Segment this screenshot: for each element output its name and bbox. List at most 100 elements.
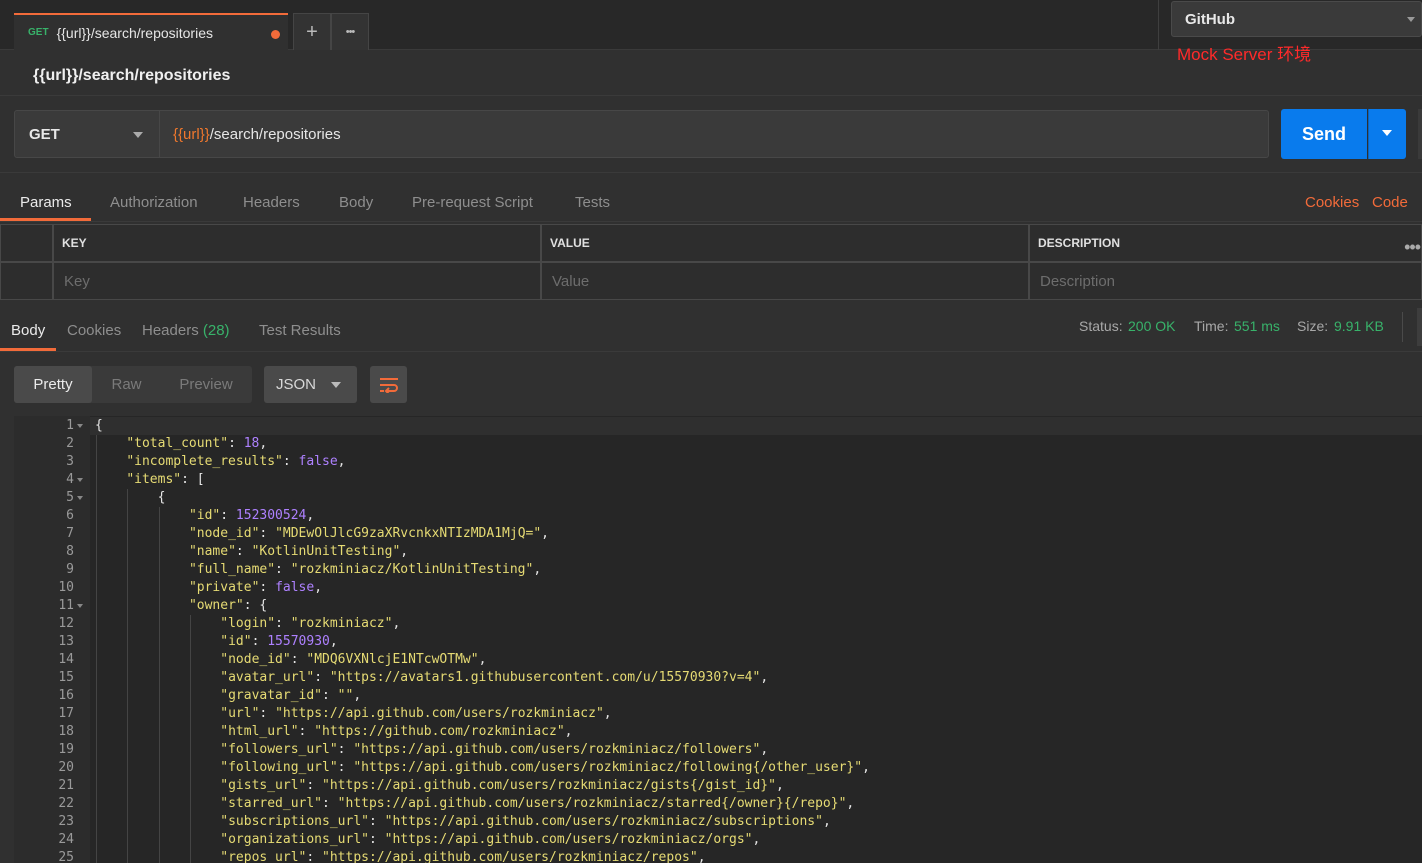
code-token: , (533, 562, 542, 577)
code-link[interactable]: Code (1372, 194, 1408, 211)
save-button[interactable] (1418, 109, 1422, 159)
tab-tests[interactable]: Tests (575, 194, 610, 211)
code-token: "https://github.com/rozkminiacz" (314, 724, 565, 739)
code-token: : (282, 454, 299, 469)
view-pretty-button[interactable]: Pretty (14, 366, 92, 403)
code-text: "organizations_url": "https://api.github… (220, 831, 760, 849)
code-text: { (158, 489, 166, 507)
url-path: /search/repositories (209, 125, 341, 143)
code-line: 21 "gists_url": "https://api.github.com/u… (14, 777, 1422, 795)
response-tab-body[interactable]: Body (11, 322, 45, 339)
code-token: "followers_url" (220, 742, 338, 757)
send-button[interactable]: Send (1281, 109, 1367, 159)
code-token: : (322, 688, 338, 703)
size-value[interactable]: 9.91 KB (1334, 318, 1384, 334)
response-tab-test-results[interactable]: Test Results (259, 322, 341, 339)
wrap-lines-button[interactable] (370, 366, 407, 403)
request-tab-method: GET (28, 27, 49, 38)
code-token: "following_url" (220, 760, 338, 775)
format-select[interactable]: JSON (264, 366, 357, 403)
tab-options-button[interactable]: ••• (331, 13, 369, 50)
code-line: 7 "node_id": "MDEwOlJlcG9zaXRvcnkxNTIzMDA… (14, 525, 1422, 543)
response-body-editor[interactable]: 1{2 "total_count": 18, 3 "incomplete_result… (14, 416, 1422, 863)
response-tab-headers[interactable]: Headers (28) (142, 322, 230, 339)
method-select[interactable]: GET (14, 110, 160, 158)
code-token: : (275, 562, 291, 577)
divider (0, 95, 1422, 96)
code-token: { (157, 490, 166, 505)
tab-params[interactable]: Params (20, 194, 72, 211)
line-number: 5 (66, 490, 74, 505)
code-token: "gists_url" (220, 778, 307, 793)
fold-toggle-icon[interactable] (77, 496, 83, 500)
code-token: , (752, 832, 761, 847)
view-preview-button[interactable]: Preview (161, 366, 251, 403)
code-text: "gists_url": "https://api.github.com/use… (220, 777, 784, 795)
code-token: : [ (181, 472, 205, 487)
tab-headers[interactable]: Headers (243, 194, 300, 211)
code-line: 18 "html_url": "https://github.com/rozkmi… (14, 723, 1422, 741)
line-number: 16 (58, 688, 74, 703)
code-token: "" (337, 688, 354, 703)
cookies-link[interactable]: Cookies (1305, 194, 1359, 211)
status-value[interactable]: 200 OK (1128, 318, 1175, 334)
code-text: "total_count": 18, (126, 435, 267, 453)
line-number: 8 (66, 544, 74, 559)
line-number: 14 (58, 652, 74, 667)
params-key-header: KEY (53, 224, 541, 262)
divider (0, 172, 1422, 173)
code-text: "html_url": "https://github.com/rozkmini… (220, 723, 572, 741)
params-value-header: VALUE (541, 224, 1029, 262)
code-text: "full_name": "rozkminiacz/KotlinUnitTest… (189, 561, 541, 579)
wrap-lines-icon (379, 377, 398, 393)
params-row-checkbox[interactable] (0, 262, 53, 300)
param-key-input[interactable]: Key (53, 262, 541, 300)
request-tab[interactable]: GET {{url}}/search/repositories (14, 13, 288, 50)
code-text: "node_id": "MDEwOlJlcG9zaXRvcnkxNTIzMDA1… (189, 525, 549, 543)
url-input[interactable]: {{url}}/search/repositories (160, 110, 1269, 158)
code-line: 15 "avatar_url": "https://avatars1.github… (14, 669, 1422, 687)
code-token: "id" (220, 634, 252, 649)
view-raw-button[interactable]: Raw (94, 366, 159, 403)
fold-toggle-icon[interactable] (77, 424, 83, 428)
save-response-button[interactable] (1417, 308, 1422, 346)
request-title[interactable]: {{url}}/search/repositories (33, 67, 230, 85)
send-options-button[interactable] (1368, 109, 1406, 159)
param-value-input[interactable]: Value (541, 262, 1029, 300)
code-token: "html_url" (220, 724, 299, 739)
fold-toggle-icon[interactable] (77, 604, 83, 608)
code-token: : (220, 508, 236, 523)
code-token: "total_count" (126, 436, 229, 451)
tab-body[interactable]: Body (339, 194, 373, 211)
code-token: "full_name" (188, 562, 276, 577)
code-token: : (306, 850, 323, 863)
response-tab-cookies[interactable]: Cookies (67, 322, 121, 339)
code-token: "subscriptions_url" (220, 814, 369, 829)
annotation-text: Mock Server 环境 (1177, 45, 1312, 64)
code-token: "name" (188, 544, 236, 559)
tab-authorization[interactable]: Authorization (110, 194, 198, 211)
environment-select[interactable]: GitHub (1171, 1, 1422, 37)
code-text: "followers_url": "https://api.github.com… (220, 741, 768, 759)
code-text: "owner": { (189, 597, 267, 615)
line-number: 2 (66, 436, 74, 451)
code-text: "avatar_url": "https://avatars1.githubus… (220, 669, 768, 687)
param-description-input[interactable]: Description (1029, 262, 1422, 300)
more-horizontal-icon[interactable]: ••• (1404, 237, 1421, 258)
code-token: "id" (188, 508, 221, 523)
line-number: 15 (58, 670, 74, 685)
tab-pre-request-script[interactable]: Pre-request Script (412, 194, 533, 211)
line-number: 17 (58, 706, 74, 721)
code-token: false (275, 580, 315, 595)
code-token: "https://api.github.com/users/rozkminiac… (322, 778, 776, 793)
time-value[interactable]: 551 ms (1234, 318, 1280, 334)
code-text: "private": false, (189, 579, 322, 597)
line-number: 7 (66, 526, 74, 541)
code-line: 13 "id": 15570930, (14, 633, 1422, 651)
code-token: : (275, 616, 291, 631)
code-token: "avatar_url" (220, 670, 315, 685)
fold-toggle-icon[interactable] (77, 478, 83, 482)
code-token: "rozkminiacz" (290, 616, 393, 631)
new-tab-button[interactable]: + (293, 13, 331, 50)
code-line: 4 "items": [ (14, 471, 1422, 489)
